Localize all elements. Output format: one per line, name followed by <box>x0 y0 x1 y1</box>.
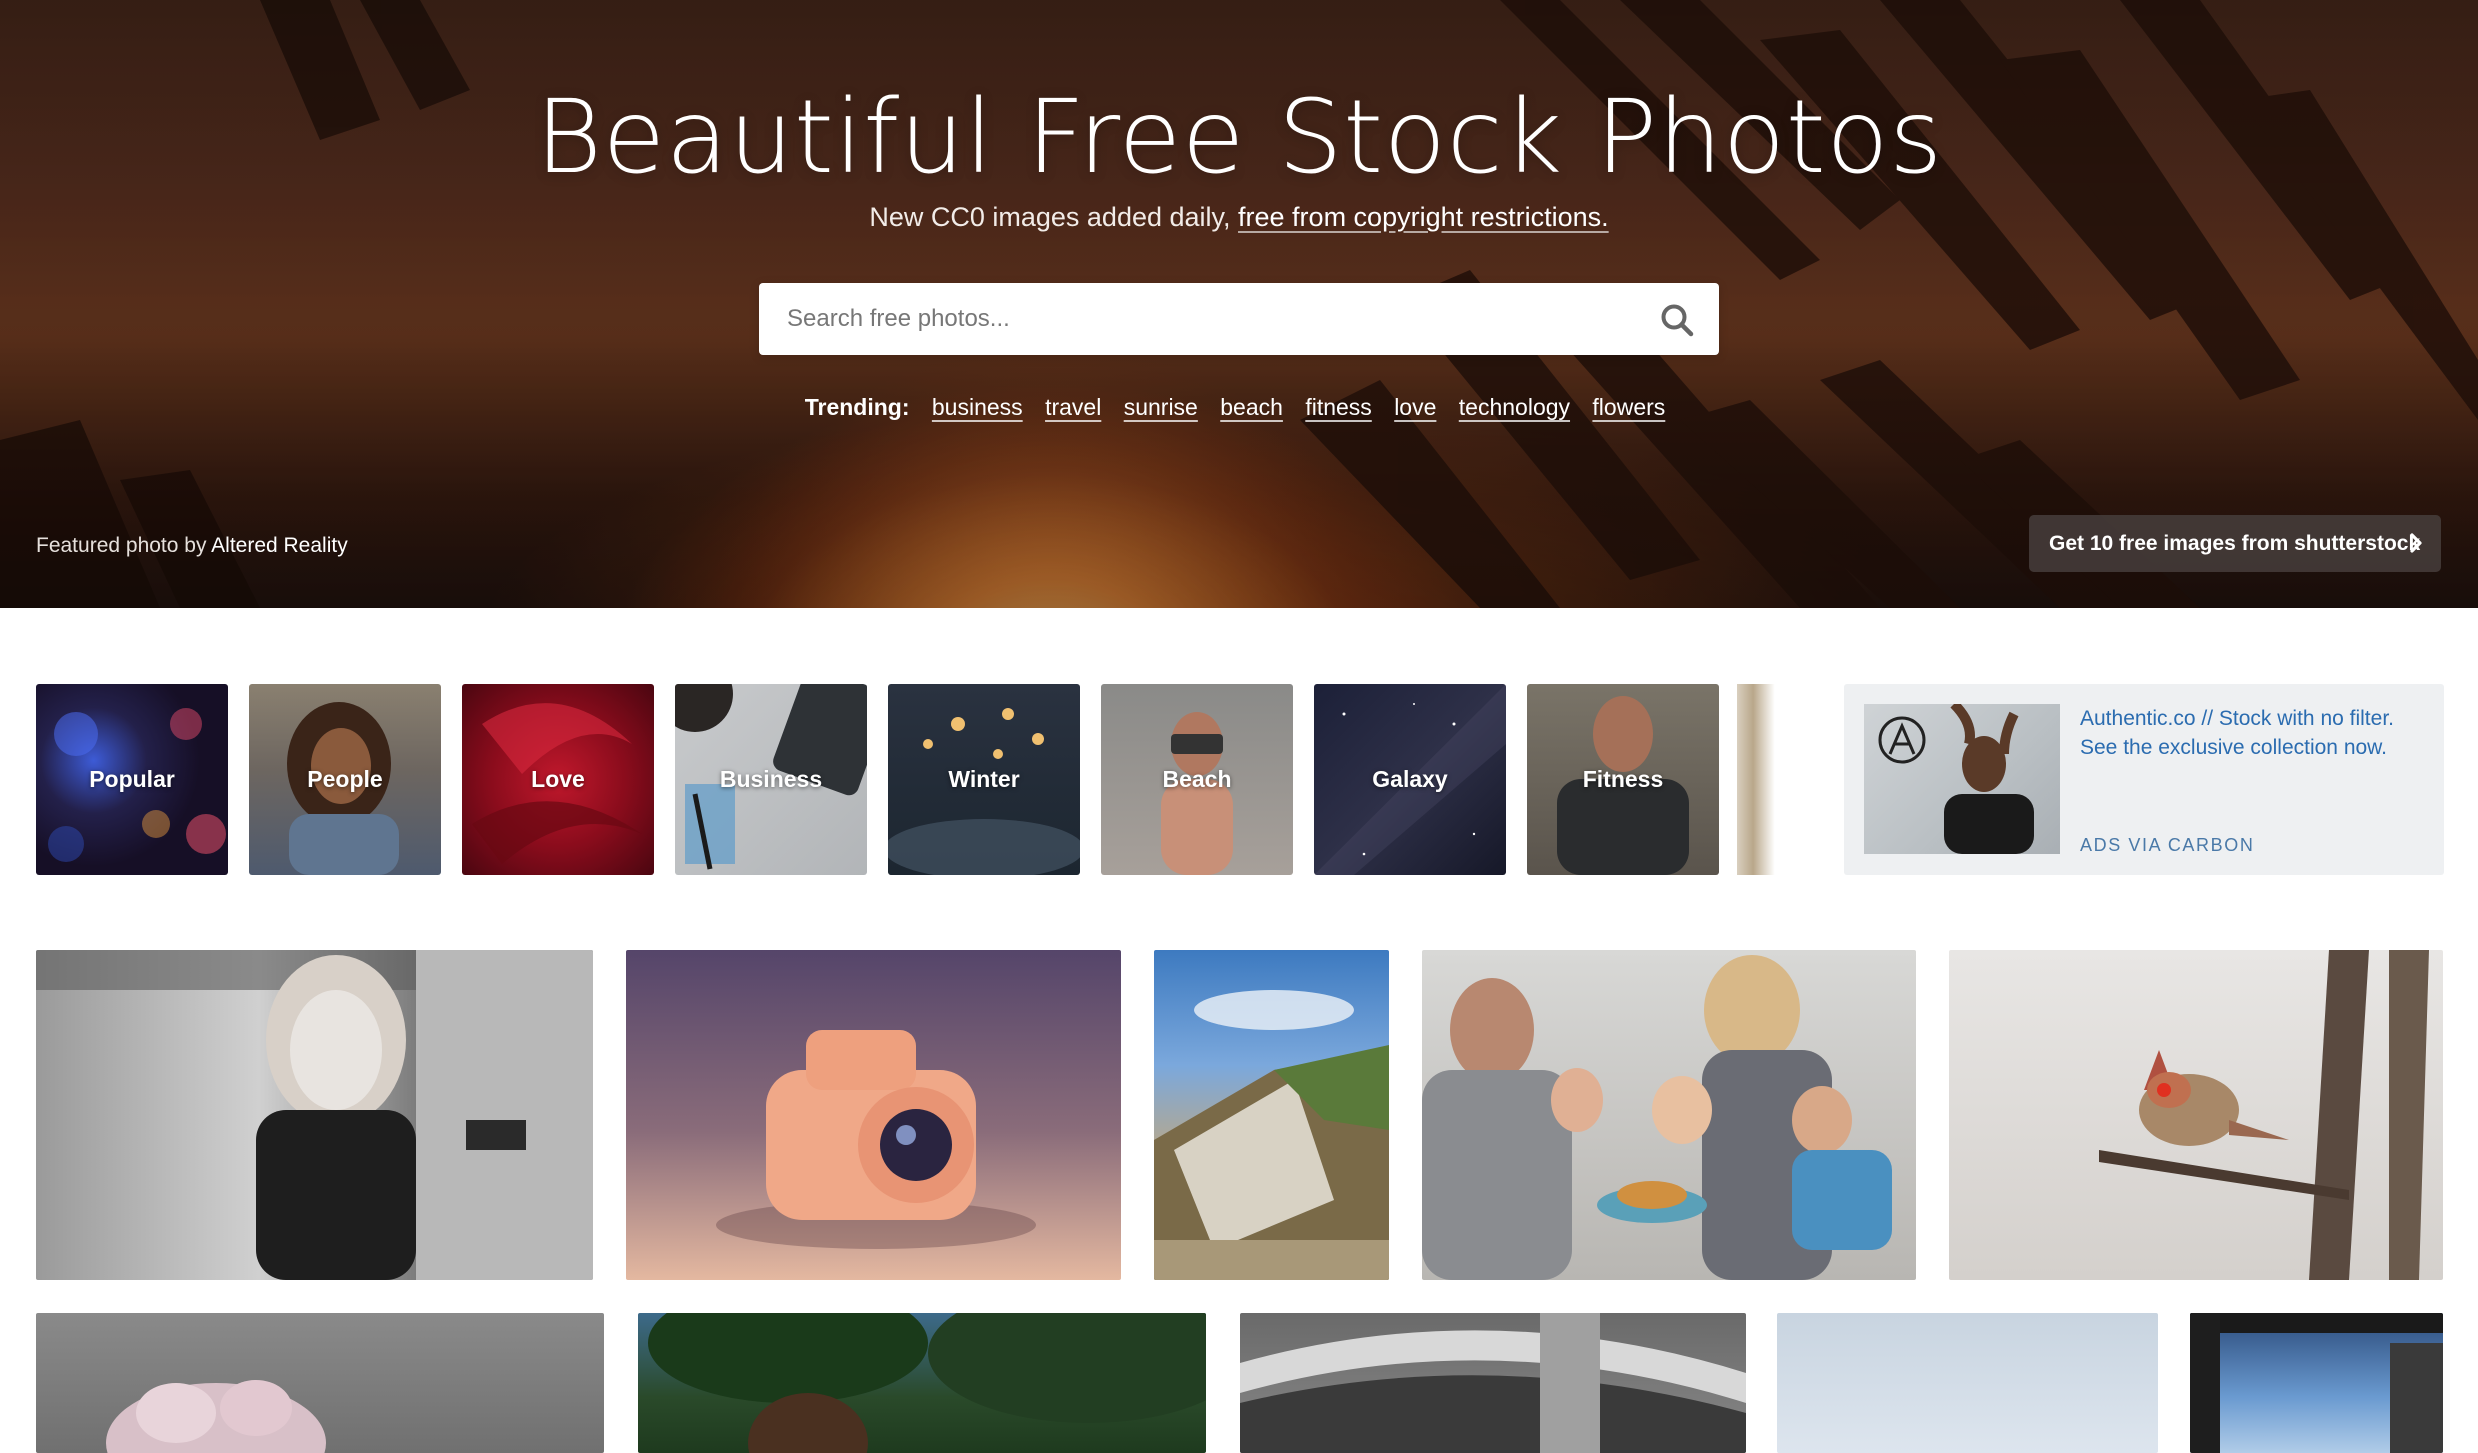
category-strip: Popular People Love Business Winter Beac… <box>36 684 1796 875</box>
family-image <box>1422 955 1892 1280</box>
category-label: People <box>307 766 383 792</box>
category-overflow-fade <box>1737 684 1791 875</box>
page-title: Beautiful Free Stock Photos <box>535 78 1943 197</box>
photo-coastal-cliff[interactable] <box>1154 950 1389 1280</box>
photo-orange-toy-camera[interactable] <box>626 950 1121 1280</box>
search-button[interactable] <box>1657 300 1697 340</box>
photo-man-portrait-trees[interactable] <box>638 1313 1206 1453</box>
photo-architecture-bw[interactable] <box>1240 1313 1746 1453</box>
license-link[interactable]: free from copyright restrictions. <box>1238 202 1609 232</box>
ad-thumbnail <box>1878 704 2034 854</box>
category-label: Winter <box>948 766 1020 792</box>
category-label: Business <box>719 766 823 792</box>
featured-prefix: Featured photo by <box>36 534 212 557</box>
category-popular[interactable]: Popular <box>36 684 228 875</box>
trending-link-travel[interactable]: travel <box>1045 394 1101 421</box>
trending-link-sunrise[interactable]: sunrise <box>1124 394 1198 421</box>
hero-subtitle: New CC0 images added daily, free from co… <box>0 202 2478 233</box>
shutterstock-button[interactable]: Get 10 free images from shutterstock <box>2029 515 2441 572</box>
category-label: Popular <box>89 766 175 792</box>
trending-link-business[interactable]: business <box>932 394 1023 421</box>
woman-portrait-image <box>36 950 593 1280</box>
trending-link-flowers[interactable]: flowers <box>1592 394 1665 421</box>
subtitle-text: New CC0 images added daily, <box>869 202 1239 232</box>
search-bar <box>759 283 1719 355</box>
photo-cardinal-bird[interactable] <box>1949 950 2443 1280</box>
category-business[interactable]: Business <box>675 684 867 875</box>
search-input[interactable] <box>787 283 1607 355</box>
search-icon <box>1661 304 1694 337</box>
ad-image[interactable] <box>1864 704 2060 854</box>
category-label: Fitness <box>1582 766 1664 792</box>
category-winter[interactable]: Winter <box>888 684 1080 875</box>
trending-link-beach[interactable]: beach <box>1220 394 1283 421</box>
carbon-ad: Authentic.co // Stock with no filter. Se… <box>1844 684 2444 875</box>
category-galaxy[interactable]: Galaxy <box>1314 684 1506 875</box>
architecture-image <box>1240 1313 1746 1453</box>
cliff-image <box>1154 990 1389 1280</box>
window-image <box>2190 1313 2443 1453</box>
photo-family-breakfast[interactable] <box>1422 950 1916 1280</box>
category-label: Galaxy <box>1372 766 1448 792</box>
category-label: Love <box>531 766 585 792</box>
category-fitness[interactable]: Fitness <box>1527 684 1719 875</box>
ad-via-carbon[interactable]: ADS VIA CARBON <box>2080 835 2254 856</box>
category-love[interactable]: Love <box>462 684 654 875</box>
chevron-right-icon <box>2410 533 2422 553</box>
category-beach[interactable]: Beach <box>1101 684 1293 875</box>
photo-window-view[interactable] <box>2190 1313 2443 1453</box>
ad-text-link[interactable]: Authentic.co // Stock with no filter. Se… <box>2080 704 2430 762</box>
featured-author-link[interactable]: Altered Reality <box>211 534 348 557</box>
category-label: Beach <box>1162 766 1232 792</box>
category-people[interactable]: People <box>249 684 441 875</box>
photo-sky[interactable] <box>1777 1313 2158 1453</box>
trending-link-love[interactable]: love <box>1394 394 1436 421</box>
featured-photo-credit: Featured photo by Altered Reality <box>36 534 348 558</box>
trending-link-technology[interactable]: technology <box>1459 394 1570 421</box>
trending-label: Trending: <box>804 394 910 420</box>
shutterstock-button-label: Get 10 free images from shutterstock <box>2049 531 2421 555</box>
trending-link-fitness[interactable]: fitness <box>1305 394 1371 421</box>
man-image <box>648 1313 1206 1453</box>
photo-pink-flower[interactable] <box>36 1313 604 1453</box>
hero-section: Beautiful Free Stock Photos New CC0 imag… <box>0 0 2478 608</box>
camera-image <box>716 1030 1036 1249</box>
photo-woman-portrait-bw[interactable] <box>36 950 593 1280</box>
trending-searches: Trending: business travel sunrise beach … <box>0 394 2478 421</box>
bird-image <box>2099 950 2429 1280</box>
flower-image <box>106 1380 326 1453</box>
